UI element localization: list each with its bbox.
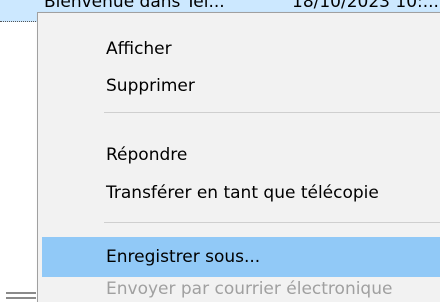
menu-separator bbox=[104, 222, 440, 223]
menu-item-label: Répondre bbox=[106, 145, 188, 165]
menu-item-label: Supprimer bbox=[106, 76, 195, 96]
menu-item-label: Enregistrer sous... bbox=[106, 247, 261, 267]
menu-item-repondre[interactable]: Répondre bbox=[42, 137, 440, 173]
menu-separator bbox=[104, 112, 440, 113]
message-date-cell: 18/10/2023 10:... bbox=[292, 0, 439, 12]
context-menu: Afficher Supprimer Répondre Transférer e… bbox=[37, 12, 440, 302]
list-view-icon[interactable] bbox=[0, 284, 38, 302]
menu-item-label: Transférer en tant que télécopie bbox=[106, 183, 379, 203]
menu-item-enregistrer-sous[interactable]: Enregistrer sous... bbox=[42, 237, 440, 277]
row-focus-indicator bbox=[0, 0, 40, 22]
screen: Bienvenue dans Tél... 18/10/2023 10:... … bbox=[0, 0, 440, 302]
menu-item-supprimer[interactable]: Supprimer bbox=[42, 68, 440, 104]
menu-item-label: Envoyer par courrier électronique bbox=[106, 279, 393, 299]
menu-item-afficher[interactable]: Afficher bbox=[42, 31, 440, 67]
menu-item-envoyer-courriel[interactable]: Envoyer par courrier électronique bbox=[42, 277, 440, 302]
message-subject-cell: Bienvenue dans Tél... bbox=[44, 0, 225, 12]
menu-item-transferer-telecopie[interactable]: Transférer en tant que télécopie bbox=[42, 175, 440, 211]
menu-item-label: Afficher bbox=[106, 39, 172, 59]
